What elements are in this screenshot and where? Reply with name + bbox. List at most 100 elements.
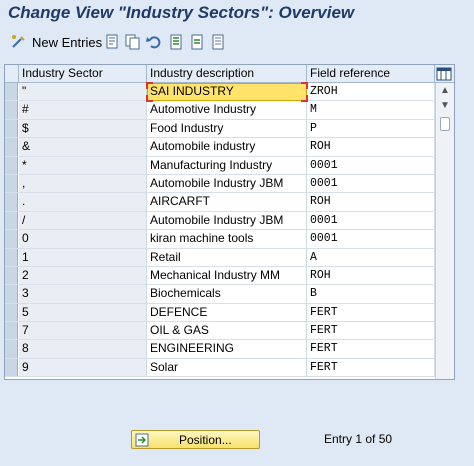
select-block-icon[interactable] — [189, 33, 207, 51]
table-settings-button[interactable] — [435, 65, 454, 82]
position-button-label: Position... — [179, 433, 232, 447]
industry-description-cell[interactable]: Automobile Industry JBM — [147, 174, 307, 193]
row-selector[interactable] — [5, 322, 18, 340]
row-selector[interactable] — [5, 230, 18, 248]
position-button[interactable]: Position... — [131, 430, 260, 449]
industry-description-cell[interactable]: DEFENCE — [147, 303, 307, 322]
row-selector[interactable] — [5, 83, 18, 101]
vertical-scrollbar[interactable]: ▲ ▼ — [435, 83, 454, 379]
table-row[interactable]: 8 ENGINEERING FERT — [5, 340, 435, 359]
industry-sector-cell: 0 — [19, 230, 147, 248]
field-reference-cell[interactable]: ZROH — [307, 83, 435, 101]
field-reference-cell[interactable]: 0001 — [307, 211, 435, 230]
deselect-all-icon[interactable] — [210, 33, 228, 51]
table-row[interactable]: 0 kiran machine tools 0001 — [5, 230, 435, 249]
scroll-up-arrow-icon[interactable]: ▲ — [439, 85, 451, 97]
industry-sector-cell: . — [19, 193, 147, 211]
industry-sector-cell: , — [19, 174, 147, 193]
industry-description-cell[interactable]: OIL & GAS — [147, 322, 307, 340]
table-row[interactable]: 1 Retail A — [5, 248, 435, 267]
table-row[interactable]: 5 DEFENCE FERT — [5, 303, 435, 323]
industry-description-cell[interactable]: SAI INDUSTRY — [147, 83, 307, 101]
new-entries-label: New Entries — [32, 34, 103, 50]
position-icon — [135, 433, 149, 447]
row-selector[interactable] — [5, 248, 18, 266]
new-entries-button[interactable]: New Entries — [10, 33, 102, 51]
industry-sector-cell: & — [19, 138, 147, 156]
scroll-thumb[interactable] — [440, 117, 450, 131]
table-row[interactable]: # Automotive Industry M — [5, 101, 435, 120]
industry-description-cell[interactable]: Food Industry — [147, 119, 307, 138]
field-reference-cell[interactable]: ROH — [307, 266, 435, 285]
table-row[interactable]: " SAI INDUSTRY ZROH — [5, 83, 435, 102]
industry-description-cell[interactable]: Mechanical Industry MM — [147, 266, 307, 285]
title-bar: Change View "Industry Sectors": Overview — [0, 0, 474, 28]
industry-sector-cell: 5 — [19, 303, 147, 322]
table-row[interactable]: 9 Solar FERT — [5, 358, 435, 378]
field-reference-cell[interactable]: ROH — [307, 193, 435, 211]
row-selector[interactable] — [5, 358, 18, 377]
table-header: Industry Sector Industry description Fie… — [5, 65, 454, 83]
table-row[interactable]: 2 Mechanical Industry MM ROH — [5, 266, 435, 286]
table-row[interactable]: 7 OIL & GAS FERT — [5, 322, 435, 341]
field-reference-cell[interactable]: FERT — [307, 322, 435, 340]
field-reference-cell[interactable]: 0001 — [307, 156, 435, 174]
change-display-icon[interactable] — [104, 33, 122, 51]
column-header-field-reference[interactable]: Field reference — [307, 65, 435, 82]
field-reference-cell[interactable]: P — [307, 119, 435, 138]
row-selector[interactable] — [5, 119, 18, 138]
industry-sector-cell: 1 — [19, 248, 147, 266]
field-reference-cell[interactable]: B — [307, 285, 435, 303]
table-row[interactable]: * Manufacturing Industry 0001 — [5, 156, 435, 175]
industry-description-cell[interactable]: AIRCARFT — [147, 193, 307, 211]
industry-description-cell[interactable]: kiran machine tools — [147, 230, 307, 248]
column-header-industry-sector[interactable]: Industry Sector — [19, 65, 147, 82]
industry-description-cell[interactable]: ENGINEERING — [147, 340, 307, 358]
industry-description-cell[interactable]: Automotive Industry — [147, 101, 307, 119]
table-body: " SAI INDUSTRY ZROH # Automotive Industry M $ F… — [5, 83, 435, 378]
row-selector[interactable] — [5, 303, 18, 322]
row-selector[interactable] — [5, 138, 18, 156]
row-selector[interactable] — [5, 211, 18, 230]
industry-description-cell[interactable]: Manufacturing Industry — [147, 156, 307, 174]
field-reference-cell[interactable]: 0001 — [307, 230, 435, 248]
table-row[interactable]: & Automobile industry ROH — [5, 138, 435, 157]
scroll-page-down-arrow-icon[interactable]: ▼ — [439, 100, 451, 112]
table-row[interactable]: . AIRCARFT ROH — [5, 193, 435, 212]
table-control: Industry Sector Industry description Fie… — [4, 64, 455, 380]
row-selector[interactable] — [5, 340, 18, 358]
row-selector[interactable] — [5, 174, 18, 193]
field-reference-cell[interactable]: FERT — [307, 340, 435, 358]
undo-icon[interactable] — [145, 33, 163, 51]
industry-description-cell[interactable]: Retail — [147, 248, 307, 266]
window-title: Change View "Industry Sectors": Overview — [8, 3, 355, 22]
field-reference-cell[interactable]: A — [307, 248, 435, 266]
table-settings-icon — [436, 67, 452, 81]
row-selector[interactable] — [5, 285, 18, 303]
row-selector[interactable] — [5, 156, 18, 174]
table-row[interactable]: $ Food Industry P — [5, 119, 435, 139]
industry-description-cell[interactable]: Biochemicals — [147, 285, 307, 303]
field-reference-cell[interactable]: 0001 — [307, 174, 435, 193]
industry-sector-cell: 7 — [19, 322, 147, 340]
field-reference-cell[interactable]: M — [307, 101, 435, 119]
field-reference-cell[interactable]: ROH — [307, 138, 435, 156]
industry-sector-cell: 3 — [19, 285, 147, 303]
field-reference-cell[interactable]: FERT — [307, 358, 435, 377]
table-row[interactable]: , Automobile Industry JBM 0001 — [5, 174, 435, 194]
column-header-industry-description[interactable]: Industry description — [147, 65, 307, 82]
industry-sector-cell: # — [19, 101, 147, 119]
select-all-icon[interactable] — [168, 33, 186, 51]
industry-description-cell[interactable]: Solar — [147, 358, 307, 377]
new-entries-icon — [12, 35, 25, 48]
select-all-column-header[interactable] — [5, 65, 19, 82]
table-row[interactable]: 3 Biochemicals B — [5, 285, 435, 304]
field-reference-cell[interactable]: FERT — [307, 303, 435, 322]
industry-description-cell[interactable]: Automobile Industry JBM — [147, 211, 307, 230]
table-row[interactable]: / Automobile Industry JBM 0001 — [5, 211, 435, 231]
industry-description-cell[interactable]: Automobile industry — [147, 138, 307, 156]
copy-icon[interactable] — [124, 33, 142, 51]
row-selector[interactable] — [5, 193, 18, 211]
row-selector[interactable] — [5, 101, 18, 119]
row-selector[interactable] — [5, 266, 18, 285]
